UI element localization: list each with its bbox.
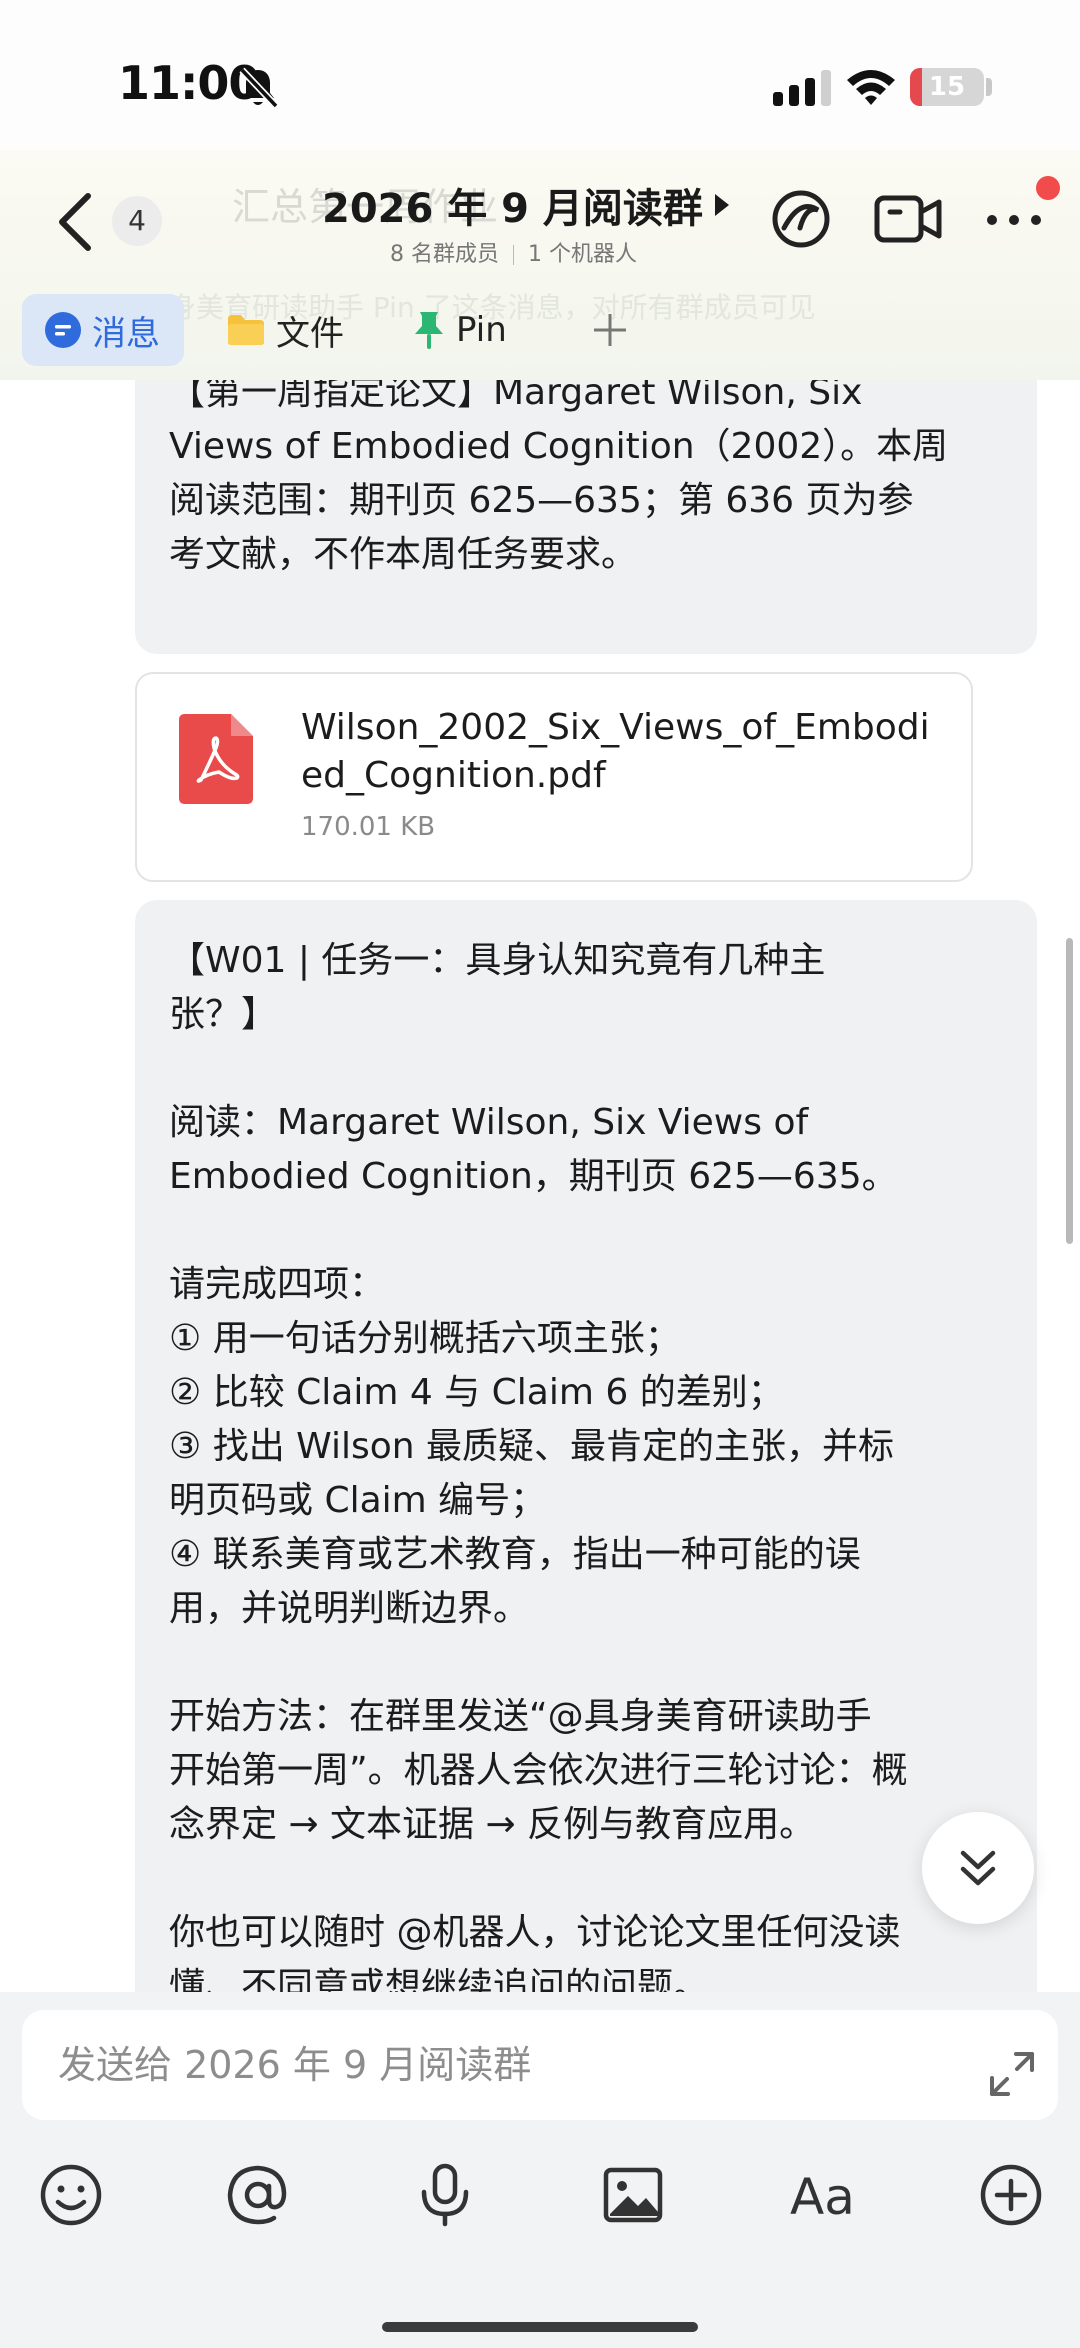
message-line-blank (169, 1636, 1007, 1690)
message-line: 念界定 → 文本证据 → 反例与教育应用。 (169, 1804, 816, 1845)
scroll-to-bottom-button[interactable] (922, 1812, 1034, 1924)
double-chevron-down-icon (960, 1850, 996, 1886)
message-list[interactable]: 【第一周指定论文】Margaret Wilson, Six Views of E… (0, 380, 1080, 1992)
composer-panel: Aa (0, 1992, 1080, 2348)
message-line: 用，并说明判断边界。 (169, 1588, 530, 1629)
cellular-signal-icon (773, 70, 831, 106)
file-name: Wilson_2002_Six_Views_of_Embodied_Cognit… (301, 707, 930, 796)
video-call-icon[interactable] (874, 188, 942, 250)
message-line-blank (169, 1042, 1007, 1096)
tab-files[interactable]: 文件 (226, 294, 344, 366)
caret-right-icon (714, 194, 729, 216)
file-size: 170.01 KB (301, 812, 436, 842)
message-line: Embodied Cognition，期刊页 625—635。 (169, 1156, 898, 1197)
battery-level: 15 (928, 72, 966, 102)
battery-indicator: 15 (910, 68, 984, 106)
message-line-blank (169, 1204, 1007, 1258)
expand-icon[interactable] (986, 2048, 1038, 2100)
folder-icon (228, 315, 264, 345)
tab-pin[interactable]: Pin (412, 294, 507, 366)
chat-subtitle: 8 名群成员 1 个机器人 (390, 236, 637, 268)
message-bubble[interactable]: 【第一周指定论文】Margaret Wilson, Six Views of E… (135, 380, 1037, 654)
message-line: 你也可以随时 @机器人，讨论论文里任何没读 (169, 1912, 901, 1953)
chat-title[interactable]: 2026 年 9 月阅读群 (322, 176, 742, 234)
emoji-icon[interactable] (38, 2162, 104, 2228)
text-format-icon[interactable]: Aa (790, 2166, 862, 2232)
message-text: 【第一周指定论文】Margaret Wilson, Six Views of E… (169, 380, 949, 575)
message-line: 懂、不同意或想继续追问的问题。 (169, 1966, 710, 1992)
message-line: 开始第一周”。机器人会依次进行三轮讨论：概 (169, 1750, 908, 1791)
member-count: 8 名群成员 (390, 242, 499, 267)
message-icon (45, 312, 81, 348)
chat-title-text: 2026 年 9 月阅读群 (322, 186, 703, 232)
task-message-bubble[interactable]: 【W01 | 任务一：具身认知究竟有几种主 张？】 阅读：Margaret Wi… (135, 900, 1037, 1992)
message-line: 开始方法：在群里发送“@具身美育研读助手 (169, 1696, 872, 1737)
pin-icon (415, 312, 443, 349)
divider (513, 245, 514, 265)
pdf-file-icon (179, 714, 253, 804)
scrollbar-thumb[interactable] (1066, 938, 1073, 1244)
message-line: 明页码或 Claim 编号； (169, 1480, 547, 1521)
battery-tip (986, 78, 992, 96)
mention-icon[interactable] (224, 2162, 290, 2228)
message-line: 【W01 | 任务一：具身认知究竟有几种主 (169, 940, 826, 981)
message-input[interactable] (58, 2038, 938, 2092)
message-line-blank (169, 1852, 1007, 1906)
message-line: 张？】 (169, 994, 278, 1035)
add-more-icon[interactable] (978, 2162, 1044, 2228)
message-line: 阅读：Margaret Wilson, Six Views of (169, 1102, 809, 1143)
topic-circle-icon[interactable] (770, 188, 832, 250)
more-options-icon[interactable] (984, 200, 1044, 240)
bot-count: 1 个机器人 (528, 242, 637, 267)
message-line: ③ 找出 Wilson 最质疑、最肯定的主张，并标 (169, 1426, 895, 1467)
back-button[interactable] (50, 190, 100, 254)
tab-messages[interactable]: 消息 (22, 294, 184, 366)
message-line: ④ 联系美育或艺术教育，指出一种可能的误 (169, 1534, 861, 1575)
home-indicator[interactable] (382, 2322, 698, 2332)
message-line: 请完成四项： (169, 1264, 386, 1305)
image-icon[interactable] (600, 2162, 666, 2228)
file-attachment-card[interactable]: Wilson_2002_Six_Views_of_Embodied_Cognit… (135, 672, 973, 882)
message-line: ① 用一句话分别概括六项主张； (169, 1318, 681, 1359)
microphone-icon[interactable] (412, 2162, 478, 2228)
wifi-icon (847, 70, 895, 105)
tab-files-label: 文件 (276, 313, 344, 354)
message-input-box[interactable] (22, 2010, 1058, 2120)
notification-dot (1036, 176, 1060, 200)
plus-icon (594, 314, 626, 346)
bell-off-icon (239, 67, 278, 109)
unread-count-badge[interactable]: 4 (112, 196, 162, 246)
tab-add[interactable] (590, 294, 630, 366)
message-line: ② 比较 Claim 4 与 Claim 6 的差别； (169, 1372, 784, 1413)
status-bar: 11:00 15 (0, 0, 1080, 170)
tab-messages-label: 消息 (92, 313, 160, 354)
tab-pin-label: Pin (456, 310, 507, 350)
chat-tabs: 消息 文件 Pin (0, 292, 1080, 378)
